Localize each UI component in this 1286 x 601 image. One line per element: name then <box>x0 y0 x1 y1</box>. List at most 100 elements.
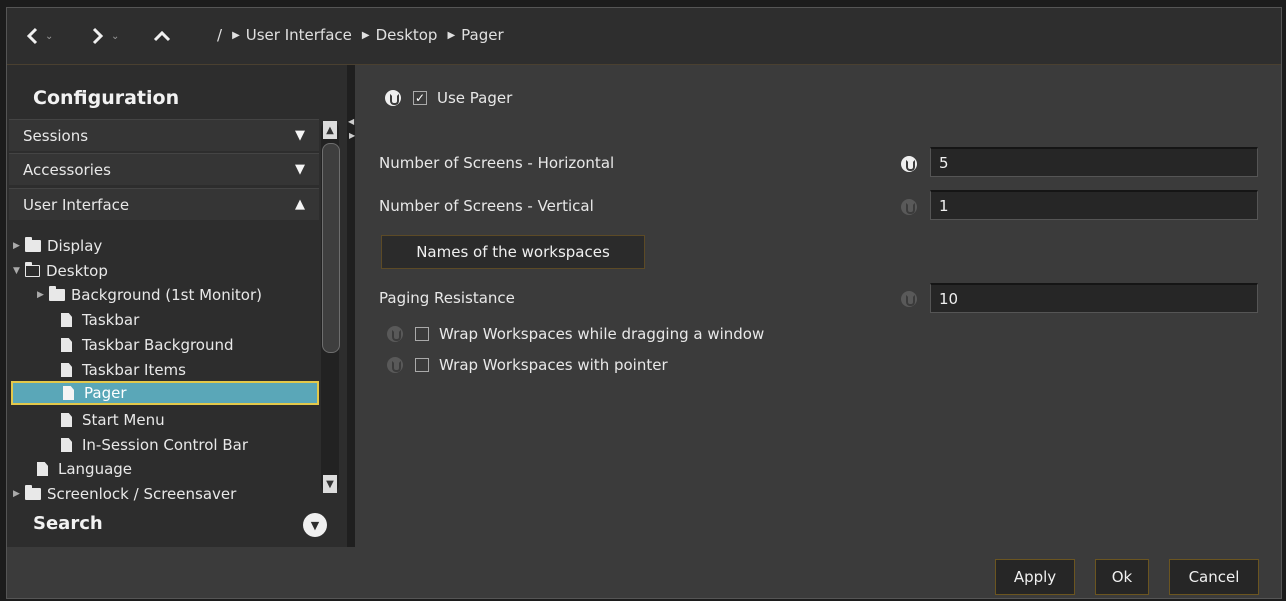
file-icon <box>61 338 72 352</box>
paging-resistance-input[interactable]: 10 <box>930 283 1258 313</box>
field-value: 10 <box>939 289 959 308</box>
tree-item-start-menu[interactable]: Start Menu <box>61 408 165 432</box>
section-label: User Interface <box>23 195 130 214</box>
ok-button[interactable]: Ok <box>1095 559 1149 595</box>
expand-arrow-icon[interactable]: ▶ <box>13 489 25 499</box>
wrap-drag-checkbox[interactable] <box>415 327 429 341</box>
tree-item-language[interactable]: Language <box>37 457 132 481</box>
chevron-right-icon <box>92 27 104 45</box>
file-icon <box>61 313 72 327</box>
folder-icon <box>25 485 41 500</box>
config-window: ⌄ ⌄ / ▶ User Interface ▶ Desktop ▶ Pager… <box>6 7 1282 599</box>
chevron-down-icon: ▼ <box>310 518 320 532</box>
forward-button[interactable]: ⌄ <box>91 22 119 50</box>
section-sessions[interactable]: Sessions ▼ <box>9 119 319 151</box>
screens-vertical-input[interactable]: 1 <box>930 190 1258 220</box>
names-of-workspaces-button[interactable]: Names of the workspaces <box>381 235 645 269</box>
reset-icon <box>901 291 917 307</box>
wrap-pointer-row: Wrap Workspaces with pointer <box>387 356 668 374</box>
section-accessories[interactable]: Accessories ▼ <box>9 153 319 185</box>
field-value: 5 <box>939 153 949 172</box>
use-pager-label: Use Pager <box>437 89 513 107</box>
tree-item-in-session-control-bar[interactable]: In-Session Control Bar <box>61 433 248 457</box>
breadcrumb-item-desktop[interactable]: Desktop <box>376 26 438 44</box>
tree-item-desktop[interactable]: ▼ Desktop <box>13 259 108 283</box>
panel-splitter[interactable]: ◀ ▶ <box>347 65 355 547</box>
screens-horizontal-label: Number of Screens - Horizontal <box>379 154 615 172</box>
breadcrumb: / ▶ User Interface ▶ Desktop ▶ Pager <box>215 26 514 44</box>
tree-item-screenlock[interactable]: ▶ Screenlock / Screensaver <box>13 482 236 506</box>
sidebar: Configuration Sessions ▼ Accessories ▼ U… <box>7 65 347 547</box>
breadcrumb-item-pager[interactable]: Pager <box>461 26 503 44</box>
back-button[interactable]: ⌄ <box>25 22 53 50</box>
file-icon <box>37 462 48 476</box>
collapse-arrow-icon[interactable]: ▼ <box>13 266 25 276</box>
up-button[interactable] <box>153 22 171 50</box>
tree-item-taskbar[interactable]: Taskbar <box>61 308 139 332</box>
chevron-down-icon: ⌄ <box>111 30 120 42</box>
reset-icon[interactable] <box>901 156 917 172</box>
file-icon <box>63 386 74 400</box>
navigation-bar: ⌄ ⌄ / ▶ User Interface ▶ Desktop ▶ Pager <box>7 8 1281 65</box>
folder-open-icon <box>24 261 40 277</box>
scroll-down-icon[interactable]: ▼ <box>323 475 337 493</box>
splitter-left-arrow-icon[interactable]: ◀ <box>348 117 354 126</box>
field-value: 1 <box>939 196 949 215</box>
use-pager-checkbox[interactable]: ✓ <box>413 91 427 105</box>
breadcrumb-arrow-icon: ▶ <box>361 29 370 41</box>
tree-item-label: Background (1st Monitor) <box>71 286 262 304</box>
sidebar-scrollbar[interactable]: ▲ ▼ <box>321 121 340 493</box>
file-icon <box>61 363 72 377</box>
wrap-drag-row: Wrap Workspaces while dragging a window <box>387 325 764 343</box>
tree-item-label: Taskbar <box>82 311 140 329</box>
chevron-up-icon <box>153 30 171 42</box>
expand-arrow-icon[interactable]: ▶ <box>37 290 49 300</box>
breadcrumb-arrow-icon: ▶ <box>232 29 240 41</box>
search-expand-button[interactable]: ▼ <box>303 513 327 537</box>
cancel-button[interactable]: Cancel <box>1169 559 1259 595</box>
wrap-drag-label: Wrap Workspaces while dragging a window <box>439 325 765 343</box>
wrap-pointer-checkbox[interactable] <box>415 358 429 372</box>
file-icon <box>61 413 72 427</box>
triangle-up-icon: ▲ <box>295 197 305 212</box>
breadcrumb-arrow-icon: ▶ <box>447 29 456 41</box>
tree-item-background[interactable]: ▶ Background (1st Monitor) <box>37 283 262 307</box>
footer: Apply Ok Cancel <box>7 547 1281 598</box>
folder-icon <box>49 286 65 301</box>
chevron-left-icon <box>26 27 38 45</box>
use-pager-row: ✓ Use Pager <box>385 89 512 107</box>
scroll-up-icon[interactable]: ▲ <box>323 121 337 139</box>
section-label: Sessions <box>23 126 89 145</box>
section-user-interface[interactable]: User Interface ▲ <box>9 188 319 220</box>
expand-arrow-icon[interactable]: ▶ <box>13 241 25 251</box>
tree-item-label: Taskbar Background <box>82 336 234 354</box>
section-label: Accessories <box>23 160 111 179</box>
breadcrumb-item-user-interface[interactable]: User Interface <box>246 26 352 44</box>
tree-item-pager[interactable]: Pager <box>11 381 319 405</box>
tree-item-label: Start Menu <box>82 411 165 429</box>
apply-button[interactable]: Apply <box>995 559 1075 595</box>
tree-item-label: Language <box>58 460 133 478</box>
tree-item-label: Desktop <box>46 262 108 280</box>
scrollbar-thumb[interactable] <box>322 143 340 353</box>
breadcrumb-root[interactable]: / <box>217 26 222 44</box>
sidebar-title: Configuration <box>33 87 180 109</box>
tree-item-label: Display <box>47 237 103 255</box>
search-label[interactable]: Search <box>33 513 103 534</box>
reset-icon <box>387 357 403 373</box>
tree-item-label: In-Session Control Bar <box>82 436 248 454</box>
tree-item-label: Taskbar Items <box>82 361 186 379</box>
screens-horizontal-input[interactable]: 5 <box>930 147 1258 177</box>
paging-resistance-label: Paging Resistance <box>379 289 515 307</box>
screens-vertical-label: Number of Screens - Vertical <box>379 197 594 215</box>
tree-item-display[interactable]: ▶ Display <box>13 234 102 258</box>
tree-item-label: Screenlock / Screensaver <box>47 485 237 503</box>
triangle-down-icon: ▼ <box>295 128 305 143</box>
reset-icon[interactable] <box>385 90 401 106</box>
reset-icon <box>901 199 917 215</box>
reset-icon <box>387 326 403 342</box>
file-icon <box>61 438 72 452</box>
tree-item-taskbar-items[interactable]: Taskbar Items <box>61 358 186 382</box>
tree-item-taskbar-background[interactable]: Taskbar Background <box>61 333 234 357</box>
triangle-down-icon: ▼ <box>295 162 305 177</box>
